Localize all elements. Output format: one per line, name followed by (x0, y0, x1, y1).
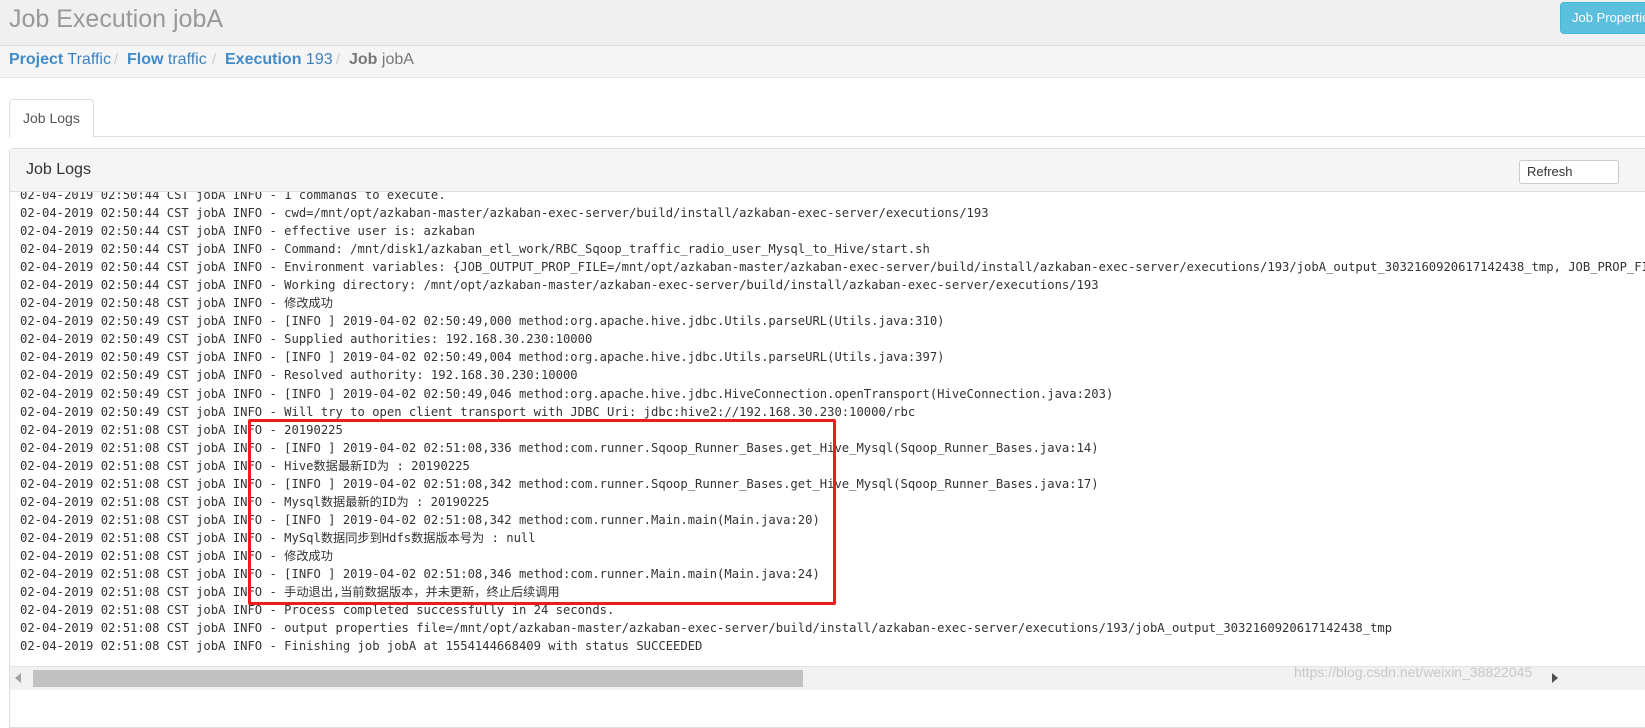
log-line: 02-04-2019 02:51:08 CST jobA INFO - [INF… (20, 476, 1099, 491)
log-line: 02-04-2019 02:50:49 CST jobA INFO - Will… (20, 404, 916, 419)
tabs-area (0, 78, 1645, 143)
breadcrumb-flow-link[interactable]: Flow traffic (127, 51, 207, 69)
breadcrumb-job-label: Job (349, 51, 378, 68)
log-line: 02-04-2019 02:51:08 CST jobA INFO - Hive… (20, 458, 470, 473)
breadcrumb-job-value: jobA (381, 51, 414, 68)
scroll-right-arrow-icon[interactable] (1552, 673, 1558, 683)
log-line: 02-04-2019 02:51:08 CST jobA INFO - outp… (20, 621, 1393, 636)
log-line: 02-04-2019 02:51:08 CST jobA INFO - Mysq… (20, 494, 490, 509)
log-line: 02-04-2019 02:50:48 CST jobA INFO - 修改成功 (20, 296, 333, 311)
log-line: 02-04-2019 02:51:08 CST jobA INFO - [INF… (20, 566, 820, 581)
log-line: 02-04-2019 02:50:49 CST jobA INFO - [INF… (20, 386, 1114, 401)
log-line: 02-04-2019 02:50:49 CST jobA INFO - Reso… (20, 368, 578, 383)
page-title: Job Execution jobA (9, 5, 224, 33)
log-line: 02-04-2019 02:50:44 CST jobA INFO - Envi… (20, 260, 1645, 275)
breadcrumb-separator: / (114, 51, 119, 68)
panel-title: Job Logs (26, 161, 91, 178)
tab-divider (9, 136, 1645, 137)
scrollbar-thumb[interactable] (33, 670, 803, 687)
log-lines: 02-04-2019 02:50:44 CST jobA INFO - 1 co… (20, 192, 1645, 655)
tab-job-logs[interactable]: Job Logs (9, 99, 94, 138)
log-line: 02-04-2019 02:51:08 CST jobA INFO - Fini… (20, 639, 703, 654)
log-line: 02-04-2019 02:50:49 CST jobA INFO - Supp… (20, 332, 593, 347)
log-line: 02-04-2019 02:51:08 CST jobA INFO - 手动退出… (20, 585, 560, 600)
scroll-left-arrow-icon[interactable] (15, 673, 21, 683)
page-header: Job Execution jobA Job Properties (0, 0, 1645, 46)
log-line: 02-04-2019 02:51:08 CST jobA INFO - [INF… (20, 440, 1099, 455)
log-line: 02-04-2019 02:50:44 CST jobA INFO - Comm… (20, 242, 930, 257)
breadcrumb-project-link[interactable]: Project Traffic (9, 51, 111, 69)
breadcrumb-project-value: Traffic (67, 51, 111, 68)
log-line: 02-04-2019 02:50:44 CST jobA INFO - effe… (20, 224, 475, 239)
log-line: 02-04-2019 02:51:08 CST jobA INFO - Proc… (20, 603, 615, 618)
breadcrumb-job-current: Job jobA (349, 51, 414, 69)
refresh-button[interactable]: Refresh (1519, 160, 1619, 184)
panel-heading: Job Logs Refresh (10, 149, 1645, 192)
log-line: 02-04-2019 02:51:08 CST jobA INFO - MySq… (20, 530, 536, 545)
breadcrumb-execution-label: Execution (225, 51, 302, 68)
breadcrumb: Project Traffic / Flow traffic / Executi… (0, 46, 1645, 78)
log-line: 02-04-2019 02:51:08 CST jobA INFO - 修改成功 (20, 548, 333, 563)
log-line: 02-04-2019 02:50:44 CST jobA INFO - cwd=… (20, 206, 989, 221)
log-line: 02-04-2019 02:50:44 CST jobA INFO - Work… (20, 278, 1099, 293)
breadcrumb-separator: / (212, 51, 217, 68)
breadcrumb-flow-value: traffic (167, 51, 207, 68)
breadcrumb-separator: / (336, 51, 341, 68)
breadcrumb-project-label: Project (9, 51, 64, 68)
breadcrumb-execution-value: 193 (305, 51, 333, 68)
log-line: 02-04-2019 02:50:49 CST jobA INFO - [INF… (20, 314, 945, 329)
log-line: 02-04-2019 02:51:08 CST jobA INFO - 2019… (20, 422, 343, 437)
log-line: 02-04-2019 02:50:49 CST jobA INFO - [INF… (20, 350, 945, 365)
log-line: 02-04-2019 02:50:44 CST jobA INFO - 1 co… (20, 192, 446, 202)
watermark: https://blog.csdn.net/weixin_38822045 (1294, 664, 1533, 680)
breadcrumb-execution-link[interactable]: Execution 193 (225, 51, 333, 69)
breadcrumb-flow-label: Flow (127, 51, 164, 68)
log-viewer[interactable]: 02-04-2019 02:50:44 CST jobA INFO - 1 co… (10, 192, 1645, 666)
log-line: 02-04-2019 02:51:08 CST jobA INFO - [INF… (20, 512, 820, 527)
job-properties-button[interactable]: Job Properties (1560, 2, 1645, 34)
